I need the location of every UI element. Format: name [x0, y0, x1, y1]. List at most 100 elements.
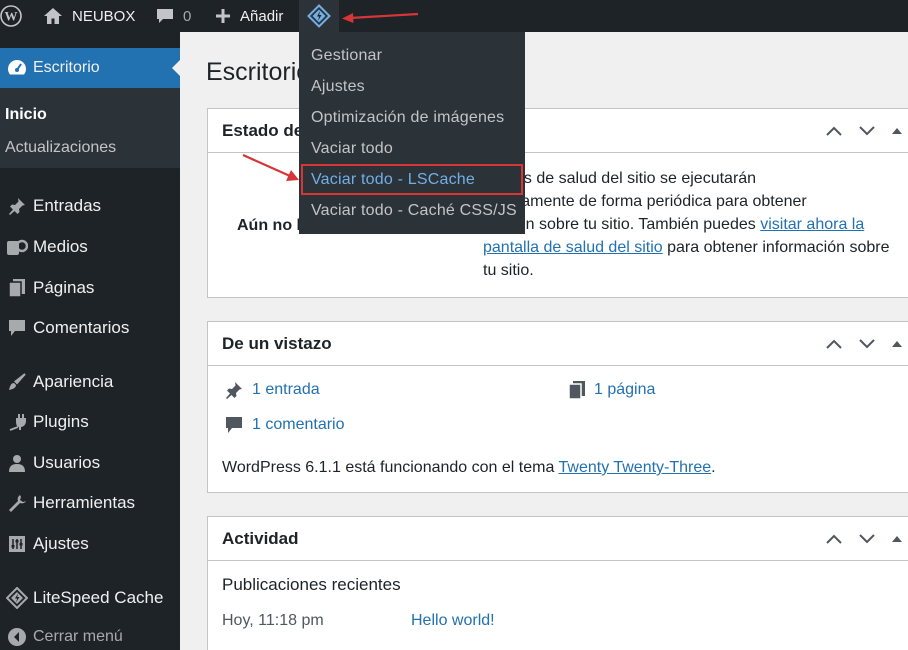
- sidebar-item-usuarios[interactable]: Usuarios: [0, 445, 180, 481]
- toggle-panel-icon[interactable]: [891, 338, 903, 350]
- post-date: Hoy, 11:18 pm: [222, 612, 324, 629]
- sidebar-item-label: Escritorio: [33, 59, 100, 76]
- posts-count-link[interactable]: 1 entrada: [224, 380, 320, 400]
- panel-title: Actividad: [222, 528, 299, 548]
- sidebar-item-label: Herramientas: [33, 493, 136, 512]
- sidebar-item-medios[interactable]: Medios: [0, 229, 180, 265]
- panel-header: De un vistazo: [208, 322, 908, 366]
- menu-item-image-optimization[interactable]: Optimización de imágenes: [299, 102, 525, 133]
- health-line: pantalla de salud del sitio para obtener…: [483, 236, 908, 259]
- health-status-text: Aún no h: [237, 217, 307, 234]
- comment-icon: [226, 417, 242, 433]
- litespeed-icon: [0, 587, 33, 609]
- submenu-item-actualizaciones[interactable]: Actualizaciones: [5, 139, 116, 157]
- sidebar-item-comentarios[interactable]: Comentarios: [0, 310, 180, 346]
- post-title-link[interactable]: Hello world!: [411, 609, 495, 632]
- pages-icon: [0, 278, 33, 298]
- comment-icon: [0, 319, 33, 337]
- toggle-panel-icon[interactable]: [891, 125, 903, 137]
- sidebar-item-herramientas[interactable]: Herramientas: [0, 485, 180, 521]
- litespeed-icon: [307, 4, 331, 28]
- sidebar-item-ajustes[interactable]: Ajustes: [0, 526, 180, 562]
- move-down-icon[interactable]: [858, 125, 876, 137]
- sidebar-item-litespeed-cache[interactable]: LiteSpeed Cache: [0, 580, 180, 616]
- wrench-icon: [0, 493, 33, 513]
- activity-panel: Actividad Publicaciones recientes Hoy, 1…: [207, 516, 908, 650]
- site-name-link[interactable]: NEUBOX: [42, 0, 135, 32]
- menu-item-purge-all[interactable]: Vaciar todo: [299, 133, 525, 164]
- paintbrush-icon: [0, 372, 33, 392]
- panel-controls: [825, 322, 903, 366]
- posts-count-label: 1 entrada: [252, 381, 320, 398]
- submenu-item-inicio[interactable]: Inicio: [5, 106, 47, 124]
- sidebar-item-label: Plugins: [33, 412, 89, 431]
- collapse-menu-button[interactable]: Cerrar menú: [0, 622, 180, 650]
- admin-sidebar: Escritorio Inicio Actualizaciones Entrad…: [0, 32, 180, 650]
- panel-header: Actividad: [208, 517, 908, 561]
- dashboard-icon: [0, 57, 33, 79]
- recent-posts-heading: Publicaciones recientes: [222, 575, 401, 594]
- sidebar-item-label: LiteSpeed Cache: [33, 588, 164, 607]
- page-title: Escritorio: [206, 58, 311, 86]
- health-line: tu sitio.: [483, 262, 534, 279]
- plus-icon: [216, 9, 230, 23]
- litespeed-dropdown-menu: Gestionar Ajustes Optimización de imágen…: [299, 32, 525, 234]
- add-new-link[interactable]: Añadir: [214, 0, 283, 32]
- pages-count-link[interactable]: 1 página: [568, 380, 655, 400]
- sidebar-item-apariencia[interactable]: Apariencia: [0, 364, 180, 400]
- user-icon: [0, 453, 33, 473]
- panel-title: De un vistazo: [222, 333, 332, 353]
- pages-count-label: 1 página: [594, 381, 656, 398]
- sidebar-item-label: Páginas: [33, 278, 95, 297]
- home-icon: [44, 8, 62, 24]
- sidebar-item-entradas[interactable]: Entradas: [0, 188, 180, 224]
- comments-count: 0: [183, 7, 192, 25]
- move-up-icon[interactable]: [825, 125, 843, 137]
- sidebar-item-paginas[interactable]: Páginas: [0, 270, 180, 306]
- plug-icon: [0, 412, 33, 432]
- at-a-glance-panel: De un vistazo 1 entrada 1 página 1 comen…: [207, 321, 908, 493]
- comments-count-link[interactable]: 1 comentario: [224, 416, 345, 434]
- sidebar-item-escritorio[interactable]: Escritorio: [0, 48, 180, 88]
- add-new-label: Añadir: [240, 7, 284, 25]
- collapse-menu-label: Cerrar menú: [33, 628, 123, 645]
- litespeed-menu[interactable]: [299, 0, 339, 32]
- menu-item-ajustes[interactable]: Ajustes: [299, 71, 525, 102]
- collapse-arrow-icon: [0, 627, 33, 647]
- dashboard-submenu: Inicio Actualizaciones: [0, 88, 180, 168]
- admin-bar: W NEUBOX 0 Añadir: [0, 0, 908, 32]
- sidebar-item-label: Apariencia: [33, 372, 114, 391]
- pages-icon: [568, 381, 585, 400]
- site-name: NEUBOX: [72, 7, 136, 25]
- sidebar-item-plugins[interactable]: Plugins: [0, 404, 180, 440]
- comments-count-label: 1 comentario: [252, 416, 345, 433]
- sidebar-item-label: Comentarios: [33, 318, 130, 337]
- toggle-panel-icon[interactable]: [891, 533, 903, 545]
- menu-item-purge-all-lscache[interactable]: Vaciar todo - LSCache: [301, 164, 523, 195]
- panel-controls: [825, 517, 903, 561]
- pin-icon: [0, 196, 33, 216]
- sidebar-item-label: Usuarios: [33, 453, 101, 472]
- media-icon: [0, 237, 33, 257]
- comments-link[interactable]: 0: [155, 0, 191, 32]
- version-text: WordPress 6.1.1 está funcionando con el …: [222, 459, 559, 476]
- menu-item-gestionar[interactable]: Gestionar: [299, 40, 525, 71]
- move-up-icon[interactable]: [825, 338, 843, 350]
- theme-link[interactable]: Twenty Twenty-Three: [559, 459, 712, 476]
- health-text: para obtener información sobre: [662, 239, 890, 256]
- site-health-link[interactable]: visitar ahora la: [760, 216, 864, 233]
- health-description: ruebas de salud del sitio se ejecutarán …: [483, 167, 908, 282]
- move-up-icon[interactable]: [825, 533, 843, 545]
- settings-icon: [0, 534, 33, 554]
- move-down-icon[interactable]: [858, 338, 876, 350]
- sidebar-item-label: Medios: [33, 237, 88, 256]
- wordpress-version-text: WordPress 6.1.1 está funcionando con el …: [222, 456, 716, 479]
- move-down-icon[interactable]: [858, 533, 876, 545]
- svg-text:W: W: [5, 9, 18, 24]
- pin-icon: [226, 382, 242, 399]
- health-line: mación sobre tu sitio. También puedes vi…: [483, 213, 908, 236]
- menu-item-purge-all-css-js[interactable]: Vaciar todo - Caché CSS/JS: [299, 195, 525, 226]
- wordpress-logo-icon[interactable]: W: [0, 0, 22, 32]
- health-line: ruebas de salud del sitio se ejecutarán: [483, 170, 757, 187]
- site-health-link[interactable]: pantalla de salud del sitio: [483, 239, 663, 256]
